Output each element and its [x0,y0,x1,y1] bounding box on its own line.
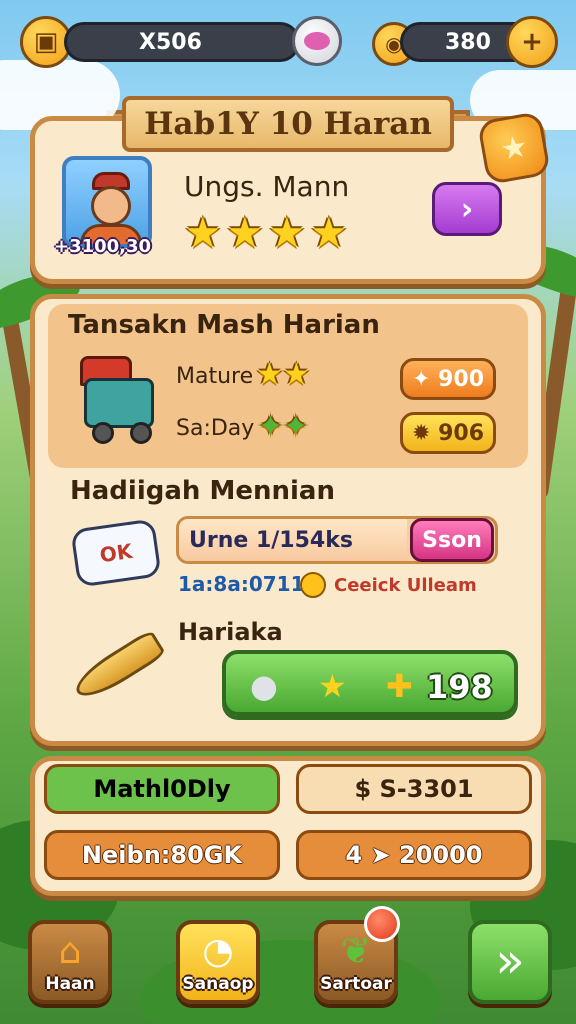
character-portrait[interactable] [62,156,152,248]
gift-card-text: OK [98,538,134,568]
rating-star-4: ★ [310,208,348,257]
stat-label-4: 4 ➤ 20000 [345,841,483,869]
stat-button-2[interactable]: $ S-3301 [296,764,532,814]
leaf-icon: ❦ [340,931,372,972]
creature-icon [304,32,330,50]
house-icon: ⌂ [58,931,82,972]
task-reward-button-1[interactable]: ✦ 900 [400,358,496,400]
stone-icon: ● [250,667,278,705]
ticket-icon: ✚ [386,667,413,705]
task-stars-1: ★★ [256,357,310,392]
hariaka-title: Hariaka [178,618,283,646]
daily-tasks-title: Tansakn Mash Harian [68,310,380,340]
stat-button-4[interactable]: 4 ➤ 20000 [296,830,532,880]
portrait-badge: +3100,30 [54,236,152,257]
task-reward-button-2[interactable]: ✹ 906 [400,412,496,454]
next-arrow-button[interactable]: › [432,182,502,236]
task-label-2: Sa:Day [176,416,255,441]
star-icon: ★ [318,667,347,705]
claim-button-label: Sson [422,527,482,553]
rating-star-2: ★ [226,208,264,257]
rocket-icon [69,624,170,706]
nav-home-button[interactable]: ⌂ Haan [28,920,112,1004]
task-reward-1: ✦ 900 [411,366,484,392]
nav-next-button[interactable]: » [468,920,552,1004]
stat-button-1[interactable]: Mathl0Dly [44,764,280,814]
double-chevron-icon: » [495,933,525,989]
left-counter: X506 [64,22,300,62]
nav-shop-button[interactable]: ◔ Sanaop [176,920,260,1004]
plus-icon: + [521,27,543,57]
top-bar: ▣ X506 ◉ 380 + [20,16,558,72]
stat-label-2: $ S-3301 [354,775,474,803]
player-name: Ungs. Mann [184,170,350,203]
hariaka-value: 198 [426,668,493,706]
stat-label-3: Neibn:80GK [81,841,243,869]
avatar[interactable] [292,16,342,66]
task-label-1: Mature [176,364,254,389]
daily-gift-title: Hadiigah Mennian [70,476,335,506]
left-counter-value: X506 [139,29,202,55]
right-counter-value: 380 [445,29,491,55]
box-icon: ▣ [33,27,59,57]
gift-timer: 1a:8a:0711 [178,572,305,596]
banner-title-text: Hab1Y 10 Haran [144,106,432,142]
banner-title: Hab1Y 10 Haran [106,96,470,154]
gift-card-icon: OK [70,518,162,588]
stat-button-3[interactable]: Neibn:80GK [44,830,280,880]
claim-button[interactable]: Sson [410,518,494,562]
star-badge-icon[interactable]: ★ [476,110,552,186]
stat-label-1: Mathl0Dly [93,775,231,803]
gift-note: Ceeick Ulleam [334,575,477,596]
gift-progress-text: Urne 1/154ks [189,528,353,553]
clock-icon: ◔ [202,931,234,972]
notification-dot [364,906,400,942]
rating-star-3: ★ [268,208,306,257]
coin-icon-small [300,572,326,598]
nav-shop-label: Sanaop [182,974,254,994]
task-reward-2: ✹ 906 [411,420,484,446]
rating-star-1: ★ [184,208,222,257]
nav-social-label: Sartoar [320,974,392,994]
hariaka-reward-button[interactable]: ● ★ ✚ 198 [222,650,518,716]
add-currency-button[interactable]: + [506,16,558,68]
nav-home-label: Haan [45,974,95,994]
chevron-right-icon: › [460,191,474,227]
task-stars-2: ✦✦ [258,409,309,444]
machine-icon [70,356,160,444]
